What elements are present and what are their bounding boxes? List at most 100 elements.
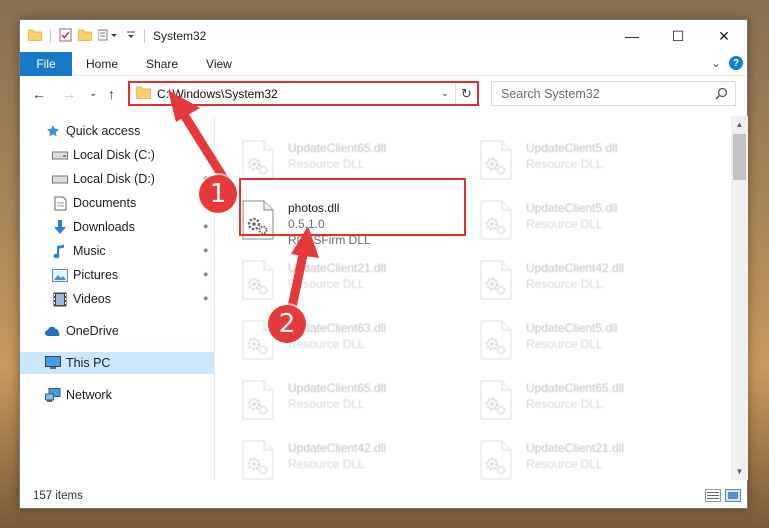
sidebar-item-local-disk-d[interactable]: Local Disk (D:) ✦ bbox=[20, 168, 214, 190]
step-1-badge: 1 bbox=[199, 175, 237, 213]
back-button[interactable]: ← bbox=[32, 86, 46, 102]
search-input[interactable] bbox=[501, 86, 711, 101]
help-icon[interactable]: ? bbox=[729, 56, 743, 70]
file-item[interactable]: UpdateClient42.dll Resource DLL bbox=[454, 256, 684, 308]
file-name: UpdateClient5.dll bbox=[526, 321, 618, 335]
forward-button[interactable]: → bbox=[62, 86, 76, 102]
file-meta: UpdateClient5.dll Resource DLL bbox=[526, 140, 617, 188]
pin-icon[interactable]: ✦ bbox=[202, 150, 210, 161]
file-item[interactable]: UpdateClient21.dll Resource DLL bbox=[216, 256, 446, 308]
sidebar-item-local-disk-c[interactable]: Local Disk (C:) ✦ bbox=[20, 144, 214, 166]
recent-locations-button[interactable]: ⌄ bbox=[89, 88, 97, 99]
sidebar-item-this-pc[interactable]: This PC bbox=[20, 352, 214, 374]
tab-view[interactable]: View bbox=[192, 57, 246, 71]
file-list: UpdateClient65.dll Resource DLL photos.dll… bbox=[216, 116, 731, 480]
sidebar-item-downloads[interactable]: Downloads ✦ bbox=[20, 216, 214, 238]
address-dropdown-icon[interactable]: ⌄ bbox=[435, 88, 455, 99]
file-description: Resource DLL bbox=[526, 157, 603, 171]
download-icon bbox=[52, 219, 68, 235]
sidebar-item-network[interactable]: Network bbox=[20, 384, 214, 406]
sidebar-item-pictures[interactable]: Pictures ✦ bbox=[20, 264, 214, 286]
scroll-down-button[interactable]: ▼ bbox=[731, 463, 748, 480]
dll-file-icon bbox=[480, 200, 512, 240]
address-path[interactable]: C:\Windows\System32 bbox=[157, 87, 435, 101]
sidebar-item-label: Local Disk (D:) bbox=[73, 172, 155, 186]
qat-dropdown-icon[interactable] bbox=[126, 29, 136, 43]
network-icon bbox=[45, 387, 61, 403]
refresh-icon[interactable]: ↻ bbox=[455, 83, 477, 104]
sidebar-item-videos[interactable]: Videos ✦ bbox=[20, 288, 214, 310]
sidebar-item-onedrive[interactable]: OneDrive bbox=[20, 320, 214, 342]
file-meta: UpdateClient65.dll Resource DLL bbox=[526, 380, 624, 428]
file-item[interactable]: UpdateClient21.dll Resource DLL bbox=[454, 436, 684, 480]
file-description: Resource DLL bbox=[288, 157, 365, 171]
star-icon bbox=[45, 123, 61, 139]
vertical-scrollbar[interactable]: ▲ ▼ bbox=[731, 116, 748, 480]
file-name: UpdateClient5.dll bbox=[526, 201, 618, 215]
file-meta: UpdateClient21.dll Resource DLL bbox=[526, 440, 624, 480]
sidebar-item-quick-access[interactable]: Quick access bbox=[20, 120, 214, 142]
file-item[interactable]: UpdateClient42.dll Resource DLL bbox=[216, 436, 446, 480]
sidebar-item-documents[interactable]: Documents ✦ bbox=[20, 192, 214, 214]
file-item[interactable]: UpdateClient5.dll Resource DLL bbox=[454, 196, 684, 248]
file-item[interactable]: UpdateClient65.dll Resource DLL bbox=[216, 376, 446, 428]
scroll-up-button[interactable]: ▲ bbox=[731, 116, 748, 133]
sidebar-item-label: Network bbox=[66, 388, 112, 402]
sidebar-item-music[interactable]: Music ✦ bbox=[20, 240, 214, 262]
address-row: ← → ⌄ ↑ C:\Windows\System32 ⌄ ↻ bbox=[20, 78, 747, 112]
sidebar-item-label: Videos bbox=[73, 292, 111, 306]
folder-icon bbox=[27, 29, 43, 44]
sidebar-item-label: Quick access bbox=[66, 124, 141, 138]
step-2-badge: 2 bbox=[268, 305, 306, 343]
sidebar-item-label: Downloads bbox=[73, 220, 135, 234]
close-button[interactable]: ✕ bbox=[701, 20, 747, 52]
cloud-icon bbox=[45, 323, 61, 339]
minimize-button[interactable]: — bbox=[609, 20, 655, 52]
file-item[interactable]: UpdateClient63.dll Resource DLL bbox=[216, 316, 446, 368]
file-name: UpdateClient42.dll bbox=[526, 261, 625, 275]
address-bar[interactable]: C:\Windows\System32 ⌄ ↻ bbox=[128, 81, 479, 106]
scroll-thumb[interactable] bbox=[733, 134, 746, 180]
pin-icon[interactable]: ✦ bbox=[202, 294, 210, 305]
search-icon[interactable] bbox=[715, 87, 728, 103]
ribbon-right-controls: ⌄ ? bbox=[711, 56, 743, 70]
title-bar: System32 — ☐ ✕ bbox=[20, 20, 747, 52]
computer-icon bbox=[45, 355, 61, 371]
sidebar-item-label: Documents bbox=[73, 196, 137, 210]
view-switcher bbox=[705, 489, 741, 505]
pane-divider[interactable] bbox=[214, 116, 215, 480]
new-folder-icon[interactable] bbox=[77, 29, 93, 44]
large-icons-view-icon[interactable] bbox=[725, 489, 741, 505]
up-button[interactable]: ↑ bbox=[108, 86, 115, 102]
tab-share[interactable]: Share bbox=[132, 57, 192, 71]
pictures-icon bbox=[52, 267, 68, 283]
dll-file-icon bbox=[480, 380, 512, 420]
sidebar-item-label: This PC bbox=[66, 356, 111, 370]
window-controls: — ☐ ✕ bbox=[609, 20, 747, 52]
pin-icon[interactable]: ✦ bbox=[202, 246, 210, 257]
properties-icon[interactable] bbox=[59, 28, 72, 45]
file-item[interactable]: UpdateClient65.dll Resource DLL bbox=[454, 376, 684, 428]
search-box[interactable] bbox=[491, 81, 736, 106]
file-item[interactable]: UpdateClient5.dll Resource DLL bbox=[454, 136, 684, 188]
file-item[interactable]: UpdateClient5.dll Resource DLL bbox=[454, 316, 684, 368]
dll-file-icon bbox=[242, 380, 274, 420]
pin-icon[interactable]: ✦ bbox=[202, 222, 210, 233]
pin-icon[interactable]: ✦ bbox=[202, 270, 210, 281]
tab-file[interactable]: File bbox=[20, 51, 72, 76]
toolbar-separator bbox=[144, 29, 145, 43]
tab-home[interactable]: Home bbox=[72, 57, 132, 71]
dll-file-icon bbox=[480, 140, 512, 180]
maximize-button[interactable]: ☐ bbox=[655, 20, 701, 52]
file-description: Resource DLL bbox=[526, 217, 603, 231]
file-meta: UpdateClient42.dll Resource DLL bbox=[288, 440, 386, 480]
file-name: UpdateClient21.dll bbox=[288, 261, 387, 275]
documents-icon bbox=[52, 195, 68, 211]
customize-toolbar-icon[interactable] bbox=[97, 29, 120, 44]
sidebar-item-label: OneDrive bbox=[66, 324, 119, 338]
details-view-icon[interactable] bbox=[705, 489, 721, 505]
ribbon-expand-icon[interactable]: ⌄ bbox=[711, 56, 721, 70]
file-description: Resource DLL bbox=[288, 337, 365, 351]
file-name: UpdateClient21.dll bbox=[526, 441, 625, 455]
file-meta: UpdateClient21.dll Resource DLL bbox=[288, 260, 386, 308]
